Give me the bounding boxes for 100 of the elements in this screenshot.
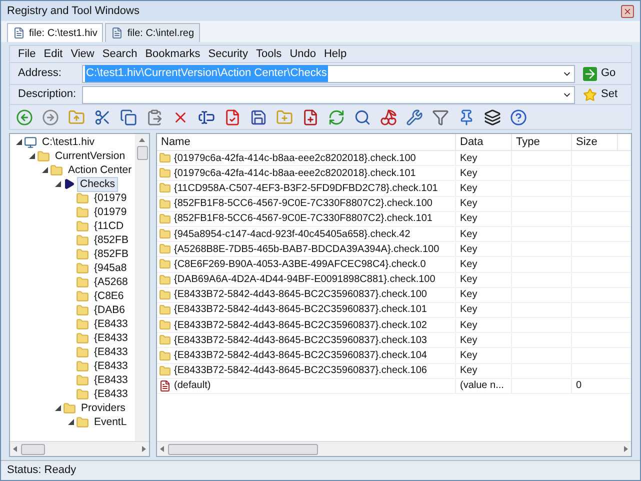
tree-item[interactable]: C:\test1.hiv bbox=[39, 134, 98, 150]
tree-item[interactable]: Checks bbox=[77, 176, 118, 192]
menu-item[interactable]: Security bbox=[208, 46, 248, 62]
scroll-up-icon[interactable] bbox=[139, 138, 145, 142]
back-icon[interactable] bbox=[16, 108, 33, 126]
scroll-thumb[interactable] bbox=[136, 146, 148, 160]
column-header[interactable]: Type bbox=[512, 134, 572, 150]
tree-item[interactable]: {11CD bbox=[91, 218, 127, 234]
cherry-icon[interactable] bbox=[380, 108, 397, 126]
menu-item[interactable]: Search bbox=[102, 46, 138, 62]
folder-icon bbox=[76, 332, 89, 344]
close-button[interactable] bbox=[621, 4, 634, 18]
collapse-icon[interactable] bbox=[55, 181, 61, 187]
name-cell-text: {E8433B72-5842-4d43-8645-BC2C35960837}.check.101 bbox=[174, 303, 427, 318]
data-cell-text: Key bbox=[460, 152, 478, 166]
file-tab[interactable]: file: C:\intel.reg bbox=[105, 23, 200, 42]
folder-icon bbox=[159, 182, 171, 194]
name-cell-text: {852FB1F8-5CC6-4567-9C0E-7C330F8807C2}.check.100 bbox=[174, 197, 432, 212]
folder-icon bbox=[159, 319, 171, 332]
tree-item[interactable]: {01979 bbox=[91, 190, 130, 206]
layers-icon[interactable] bbox=[484, 108, 501, 126]
folder-icon bbox=[159, 228, 171, 240]
folder-icon bbox=[76, 192, 89, 204]
document-icon bbox=[13, 27, 25, 39]
size-cell-text: 0 bbox=[576, 379, 582, 394]
filter-icon[interactable] bbox=[432, 108, 449, 126]
horizontal-scrollbar[interactable] bbox=[10, 441, 149, 456]
horizontal-scrollbar[interactable] bbox=[157, 441, 631, 456]
name-cell-text: {E8433B72-5842-4d43-8645-BC2C35960837}.check.102 bbox=[174, 318, 427, 333]
menu-item[interactable]: Help bbox=[324, 46, 347, 62]
menu-item[interactable]: View bbox=[70, 46, 94, 62]
collapse-icon[interactable] bbox=[42, 167, 48, 173]
tree-item[interactable]: {E8433 bbox=[91, 372, 131, 388]
tree-item[interactable]: CurrentVersion bbox=[52, 148, 128, 164]
collapse-icon[interactable] bbox=[68, 419, 74, 425]
column-header[interactable]: Data bbox=[456, 134, 512, 150]
column-header[interactable]: Size bbox=[572, 134, 618, 150]
computer-icon bbox=[24, 136, 37, 148]
file-tab[interactable]: file: C:\test1.hiv bbox=[7, 23, 104, 42]
menu-item[interactable]: Bookmarks bbox=[145, 46, 200, 62]
tree-item[interactable]: {852FB bbox=[91, 232, 132, 248]
menu-item[interactable]: Undo bbox=[290, 46, 316, 62]
tree-item[interactable]: Action Center bbox=[65, 162, 135, 178]
tree-item[interactable]: {01979 bbox=[91, 204, 130, 220]
collapse-icon[interactable] bbox=[29, 153, 35, 159]
new-file-icon[interactable] bbox=[302, 108, 319, 126]
name-cell-text: {01979c6a-42fa-414c-b8aa-eee2c8202018}.check.100 bbox=[174, 152, 416, 166]
folder-icon bbox=[76, 360, 89, 372]
tree-item[interactable]: {E8433 bbox=[91, 358, 131, 374]
menu-item[interactable]: Tools bbox=[256, 46, 282, 62]
tree-item[interactable]: {C8E6 bbox=[91, 288, 127, 304]
forward-icon[interactable] bbox=[42, 108, 59, 126]
tree-item[interactable]: Providers bbox=[78, 400, 128, 416]
tree-item[interactable]: {E8433 bbox=[91, 330, 131, 346]
scroll-right-icon[interactable] bbox=[624, 446, 628, 452]
folder-icon bbox=[76, 276, 89, 288]
tree-item[interactable]: EventL bbox=[91, 414, 130, 430]
data-cell-text: Key bbox=[460, 318, 478, 333]
tree-item[interactable]: {A5268 bbox=[91, 274, 131, 290]
tree-item[interactable]: {DAB6 bbox=[91, 302, 128, 318]
name-cell-text: {A5268B8E-7DB5-465b-BAB7-BDCDA39A394A}.check.100 bbox=[174, 242, 440, 257]
scroll-thumb[interactable] bbox=[21, 444, 45, 454]
tree-item[interactable]: {E8433 bbox=[91, 344, 131, 360]
name-cell-text: {945a8954-c147-4acd-923f-40c45405a658}.check.42 bbox=[174, 228, 410, 242]
name-cell-text: (default) bbox=[174, 379, 211, 394]
tree-item[interactable]: {852FB bbox=[91, 246, 132, 262]
name-cell-text: {E8433B72-5842-4d43-8645-BC2C35960837}.check.106 bbox=[174, 364, 427, 378]
arrow-right-icon bbox=[583, 66, 597, 80]
refresh-icon[interactable] bbox=[328, 108, 345, 126]
menu-item[interactable]: Edit bbox=[44, 46, 63, 62]
save-icon[interactable] bbox=[250, 108, 267, 126]
data-cell-text: Key bbox=[460, 242, 478, 257]
scroll-left-icon[interactable] bbox=[160, 446, 164, 452]
name-cell-text: {E8433B72-5842-4d43-8645-BC2C35960837}.check.100 bbox=[174, 288, 427, 302]
name-cell-text: {852FB1F8-5CC6-4567-9C0E-7C330F8807C2}.check.101 bbox=[174, 212, 432, 226]
set-button[interactable]: Set bbox=[575, 86, 623, 103]
collapse-icon[interactable] bbox=[16, 139, 22, 145]
copy-icon[interactable] bbox=[120, 108, 137, 126]
help-icon[interactable] bbox=[510, 108, 527, 126]
data-cell-text: Key bbox=[460, 258, 478, 272]
search-icon[interactable] bbox=[354, 108, 371, 126]
collapse-icon[interactable] bbox=[55, 405, 61, 411]
scroll-left-icon[interactable] bbox=[13, 446, 17, 452]
description-field[interactable] bbox=[82, 86, 575, 104]
data-cell-text: Key bbox=[460, 182, 478, 196]
menu-item[interactable]: File bbox=[18, 46, 36, 62]
vertical-scrollbar[interactable] bbox=[135, 134, 149, 441]
scroll-right-icon[interactable] bbox=[142, 446, 146, 452]
tree-item[interactable]: {E8433 bbox=[91, 386, 131, 402]
cut-icon[interactable] bbox=[94, 108, 111, 126]
pin-icon[interactable] bbox=[458, 108, 475, 126]
document-check-icon[interactable] bbox=[224, 108, 241, 126]
wrench-icon[interactable] bbox=[406, 108, 423, 126]
go-button[interactable]: Go bbox=[575, 65, 623, 82]
scroll-thumb[interactable] bbox=[168, 444, 318, 454]
column-header[interactable]: Name bbox=[157, 134, 456, 150]
paste-icon[interactable] bbox=[146, 108, 163, 126]
folder-icon bbox=[76, 248, 89, 260]
tree-item[interactable]: {945a8 bbox=[91, 260, 130, 276]
tree-item[interactable]: {E8433 bbox=[91, 316, 131, 332]
